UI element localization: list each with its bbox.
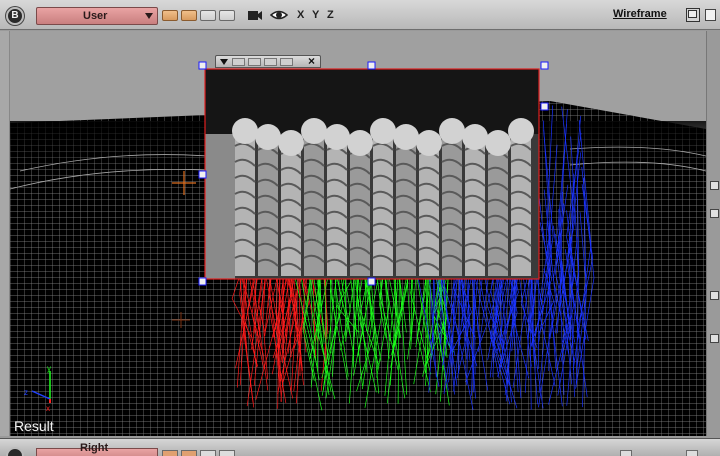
- rope-tuft: [347, 130, 373, 156]
- rope-strand: [304, 131, 324, 276]
- rope-strand: [281, 143, 301, 276]
- side-button-2[interactable]: [710, 209, 719, 218]
- 3d-viewport[interactable]: y z x ×: [10, 31, 706, 436]
- view-select[interactable]: User: [36, 7, 158, 25]
- lower-viewport-toolbar: Right: [0, 438, 720, 456]
- window-slot-3[interactable]: [264, 58, 277, 66]
- rope-strand: [235, 131, 255, 276]
- viewport-name-label: Result: [14, 418, 54, 434]
- rope-tuft: [301, 118, 327, 144]
- eye-icon[interactable]: [270, 8, 288, 22]
- floating-image-window[interactable]: ×: [215, 54, 321, 68]
- layout-button-3[interactable]: [200, 10, 216, 21]
- lower-shading-button[interactable]: [620, 450, 632, 456]
- rope-strand: [396, 137, 416, 276]
- viewport-scene: y z x: [10, 61, 706, 436]
- rope-strand: [327, 137, 347, 276]
- side-button-1[interactable]: [710, 181, 719, 190]
- svg-text:z: z: [24, 388, 28, 397]
- reference-image-plane: [204, 68, 540, 280]
- rope-tuft: [232, 118, 258, 144]
- rope-tuft: [255, 124, 281, 150]
- rope-strand: [442, 131, 462, 276]
- lower-maximize-button[interactable]: [686, 450, 698, 456]
- camera-icon[interactable]: [247, 8, 263, 22]
- svg-text:x: x: [46, 404, 50, 413]
- rope-tuft: [370, 118, 396, 144]
- rope-tuft: [485, 130, 511, 156]
- rope-strand: [258, 137, 278, 276]
- rope-tuft: [393, 124, 419, 150]
- layout-button-4[interactable]: [219, 10, 235, 21]
- window-menu-icon[interactable]: [220, 59, 228, 65]
- lower-layout-button-2[interactable]: [181, 450, 197, 456]
- rope-strand: [511, 131, 531, 276]
- window-slot-2[interactable]: [248, 58, 261, 66]
- rope-bundle-image: [232, 118, 534, 276]
- viewport-resize-button[interactable]: [705, 9, 716, 21]
- right-side-strip: [706, 31, 720, 436]
- rope-tuft: [439, 118, 465, 144]
- side-button-4[interactable]: [710, 334, 719, 343]
- axis-y-toggle[interactable]: Y: [312, 9, 319, 21]
- lower-layout-button-3[interactable]: [200, 450, 216, 456]
- view-select-label: User: [83, 10, 108, 22]
- left-edge-strip: [0, 31, 10, 436]
- side-button-3[interactable]: [710, 291, 719, 300]
- rope-tuft: [508, 118, 534, 144]
- maximize-viewport-button[interactable]: [686, 8, 700, 22]
- window-slot-4[interactable]: [280, 58, 293, 66]
- rope-strand: [465, 137, 485, 276]
- rope-tuft: [278, 130, 304, 156]
- rope-strand: [350, 143, 370, 276]
- close-icon[interactable]: ×: [308, 54, 315, 68]
- lower-viewport-menu-button[interactable]: [6, 447, 24, 456]
- layout-button-2[interactable]: [181, 10, 197, 21]
- rope-tuft: [324, 124, 350, 150]
- window-slot-1[interactable]: [232, 58, 245, 66]
- rope-strand: [488, 143, 508, 276]
- rope-strand: [419, 143, 439, 276]
- axis-x-toggle[interactable]: X: [297, 9, 304, 21]
- rope-strand: [373, 131, 393, 276]
- lower-layout-button-1[interactable]: [162, 450, 178, 456]
- rope-tuft: [416, 130, 442, 156]
- shading-mode-menu[interactable]: Wireframe: [613, 8, 667, 20]
- chevron-down-icon: [145, 13, 153, 19]
- lower-layout-button-4[interactable]: [219, 450, 235, 456]
- viewport-toolbar: B User X Y Z Wireframe: [0, 0, 720, 30]
- svg-text:y: y: [47, 364, 51, 373]
- axis-z-toggle[interactable]: Z: [327, 9, 334, 21]
- viewport-menu-button[interactable]: B: [6, 7, 24, 25]
- lower-view-select-label: Right: [80, 442, 109, 454]
- rope-tuft: [462, 124, 488, 150]
- layout-button-1[interactable]: [162, 10, 178, 21]
